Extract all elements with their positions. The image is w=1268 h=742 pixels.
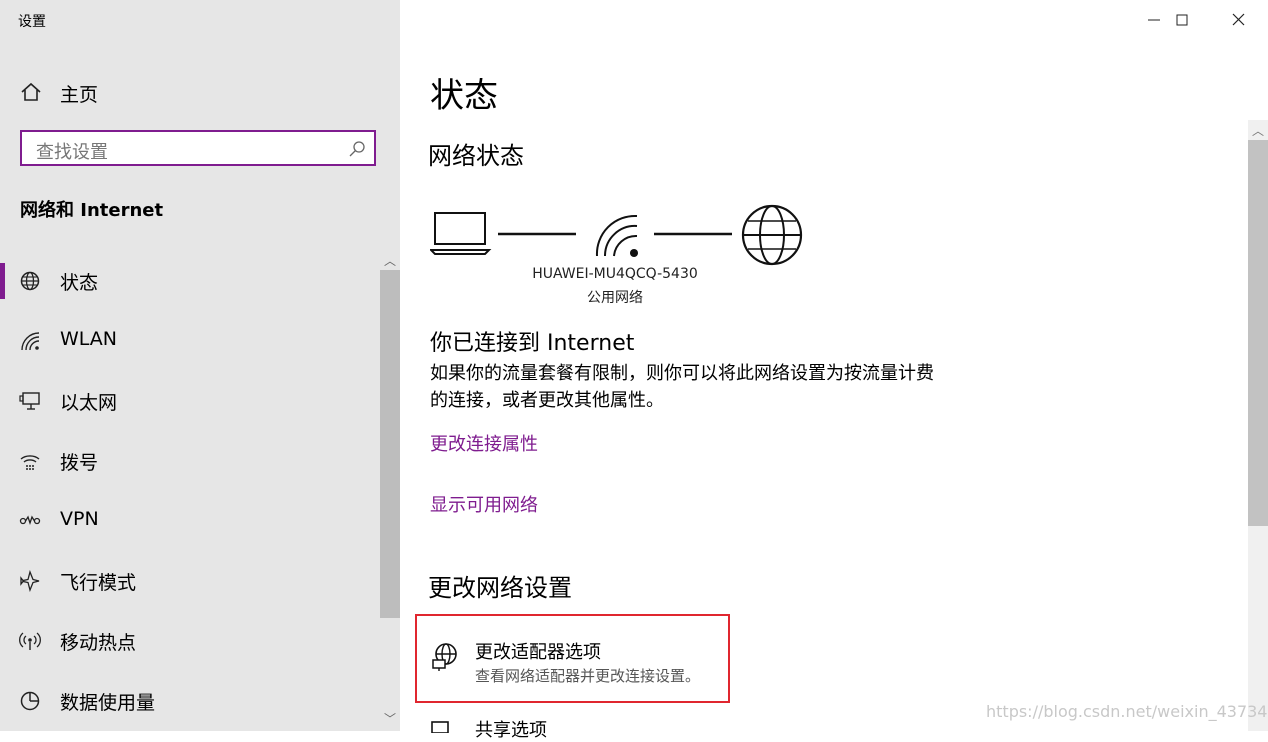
scrollbar-thumb[interactable] (1248, 140, 1268, 526)
vpn-icon (19, 510, 41, 536)
internet-globe-icon (741, 204, 803, 266)
sidebar-item-label: 状态 (60, 272, 99, 294)
network-status-heading: 网络状态 (428, 142, 524, 170)
search-placeholder: 查找设置 (36, 142, 108, 163)
network-ssid: HUAWEI-MU4QCQ-5430 (532, 266, 698, 282)
adapter-options-title: 更改适配器选项 (475, 642, 601, 663)
network-type: 公用网络 (587, 290, 643, 306)
scroll-down-icon[interactable]: ﹀ (384, 710, 396, 727)
sidebar: 设置 主页 查找设置 网络和 Internet 状态 WLAN 以太网 拨号 V… (0, 0, 400, 731)
wifi-icon (19, 330, 41, 356)
sidebar-item-data-usage[interactable]: 数据使用量 (0, 677, 378, 725)
data-usage-icon (19, 690, 41, 716)
sharing-icon (430, 718, 452, 737)
maximize-button[interactable] (1162, 8, 1202, 32)
sidebar-item-wlan[interactable]: WLAN (0, 317, 378, 365)
sidebar-item-ethernet[interactable]: 以太网 (0, 377, 378, 425)
search-icon[interactable] (348, 140, 366, 162)
sidebar-item-home[interactable]: 主页 (0, 72, 380, 112)
sidebar-item-label: 数据使用量 (60, 692, 156, 714)
adapter-options-description: 查看网络适配器并更改连接设置。 (475, 667, 701, 685)
active-indicator (0, 263, 5, 299)
watermark-text: https://blog.csdn.net/weixin_43734095 (986, 702, 1268, 721)
scroll-up-icon[interactable]: ︿ (1252, 122, 1264, 139)
show-available-networks-link[interactable]: 显示可用网络 (430, 491, 538, 517)
search-input[interactable]: 查找设置 (20, 130, 376, 166)
section-title: 网络和 Internet (20, 200, 164, 221)
close-button[interactable] (1218, 8, 1258, 32)
network-adapter-icon (431, 642, 461, 676)
hotspot-icon (19, 630, 41, 656)
app-title: 设置 (18, 14, 46, 30)
sidebar-item-dialup[interactable]: 拨号 (0, 437, 378, 485)
sidebar-scrollbar[interactable]: ︿ ﹀ (380, 252, 400, 731)
scrollbar-thumb[interactable] (380, 270, 400, 618)
home-icon (20, 81, 42, 107)
connection-status-title: 你已连接到 Internet (430, 331, 635, 356)
change-adapter-options-button[interactable]: 更改适配器选项 查看网络适配器并更改连接设置。 (415, 614, 730, 703)
airplane-icon (19, 569, 41, 596)
network-diagram (428, 200, 810, 274)
sidebar-item-hotspot[interactable]: 移动热点 (0, 617, 378, 665)
sidebar-item-label: 以太网 (60, 392, 118, 414)
connection-status-description: 如果你的流量套餐有限制，则你可以将此网络设置为按流量计费的连接，或者更改其他属性… (430, 363, 934, 411)
close-icon (1232, 13, 1245, 26)
maximize-icon (1176, 14, 1188, 26)
globe-icon (19, 270, 41, 296)
sidebar-item-label: VPN (60, 508, 99, 530)
sidebar-item-label: 拨号 (60, 452, 99, 474)
sidebar-item-vpn[interactable]: VPN (0, 497, 378, 545)
sidebar-item-label: 移动热点 (60, 632, 137, 654)
sidebar-item-airplane[interactable]: 飞行模式 (0, 557, 378, 605)
change-network-settings-heading: 更改网络设置 (428, 574, 572, 602)
main-scrollbar[interactable]: ︿ (1248, 120, 1268, 731)
sidebar-item-status[interactable]: 状态 (0, 257, 378, 305)
sidebar-item-label: 主页 (60, 84, 99, 106)
sidebar-item-label: 飞行模式 (60, 572, 137, 594)
laptop-icon (428, 212, 492, 255)
page-title: 状态 (430, 76, 498, 116)
change-connection-properties-link[interactable]: 更改连接属性 (430, 430, 538, 456)
wifi-signal-icon (595, 214, 638, 257)
sharing-options-title: 共享选项 (475, 720, 547, 741)
sidebar-item-label: WLAN (60, 328, 118, 350)
scroll-up-icon[interactable]: ︿ (384, 252, 396, 269)
main-content: 状态 网络状态 HUAWEI-MU4QCQ-5430 公用网络 你已连接到 In… (400, 0, 1268, 741)
dialup-icon (19, 450, 41, 476)
ethernet-icon (19, 390, 41, 416)
